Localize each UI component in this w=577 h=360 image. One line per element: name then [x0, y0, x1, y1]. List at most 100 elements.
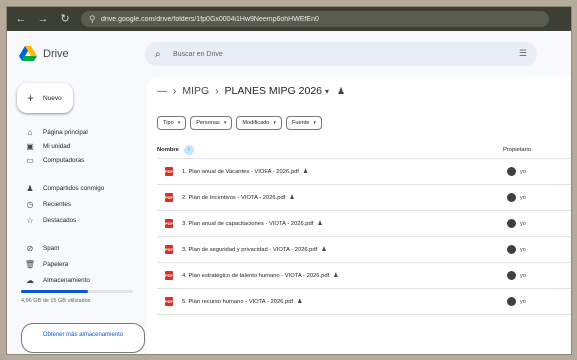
avatar	[507, 167, 516, 176]
sidebar-item-label: Recientes	[43, 200, 72, 208]
filter-label: Fuente	[291, 120, 310, 126]
owner-cell: yo	[507, 193, 526, 202]
plus-icon: +	[27, 91, 35, 105]
chevron-down-icon: ▾	[223, 120, 227, 126]
url-text: drive.google.com/drive/folders/1fp0Gx000…	[101, 15, 319, 23]
file-name: 4. Plan estratégico de talento humano - …	[182, 272, 330, 279]
browser-toolbar: ← → ↻ ⚲ drive.google.com/drive/folders/1…	[7, 7, 571, 31]
table-row[interactable]: PDF 4. Plan estratégico de talento human…	[157, 263, 571, 289]
sidebar-item-shared[interactable]: ♟ Compartidos conmigo	[15, 181, 139, 195]
owner-label: yo	[520, 220, 526, 227]
get-more-storage-button[interactable]: Obtener más almacenamiento	[21, 323, 145, 353]
file-name: 3. Plan de seguridad y privacidad - VIOT…	[182, 246, 318, 253]
pdf-file-icon: PDF	[165, 245, 173, 254]
filter-type[interactable]: Tipo ▾	[157, 116, 187, 130]
sidebar-item-label: Papelera	[43, 260, 69, 268]
column-header-name[interactable]: Nombre	[157, 147, 179, 153]
pdf-file-icon: PDF	[165, 167, 173, 176]
sidebar-item-label: Destacados	[43, 216, 77, 224]
owner-cell: yo	[507, 167, 526, 176]
filter-chips: Tipo ▾ Personas ▾ Modificado ▾ Fuente ▾	[157, 116, 326, 130]
star-icon: ☆	[26, 215, 34, 225]
filter-source[interactable]: Fuente ▾	[285, 116, 322, 130]
sidebar-item-spam[interactable]: ⊘ Spam	[15, 241, 139, 255]
owner-label: yo	[520, 194, 526, 201]
chevron-right-icon: ›	[215, 85, 219, 97]
search-box[interactable]: ⌕ Buscar en Drive ☰	[145, 42, 537, 66]
owner-cell: yo	[507, 297, 526, 306]
chevron-down-icon: ▾	[273, 120, 276, 126]
shared-file-icon: ♟	[321, 247, 327, 253]
storage-meter	[21, 290, 133, 293]
filter-label: Modificado	[242, 120, 270, 126]
avatar	[507, 297, 516, 306]
app-name[interactable]: Drive	[43, 48, 69, 60]
chevron-down-icon[interactable]: ▾	[325, 87, 329, 96]
search-input[interactable]: Buscar en Drive	[173, 51, 223, 58]
storage-meter-fill	[21, 290, 89, 293]
sidebar-item-label: Página principal	[43, 128, 88, 136]
chevron-down-icon: ▾	[177, 120, 181, 126]
sidebar-item-starred[interactable]: ☆ Destacados	[15, 213, 139, 227]
my-drive-icon: ▣	[26, 141, 34, 151]
sidebar-item-computers[interactable]: ▭ Computadoras	[15, 153, 139, 167]
address-bar[interactable]: ⚲ drive.google.com/drive/folders/1fp0Gx0…	[81, 11, 549, 27]
site-info-icon[interactable]: ⚲	[89, 14, 101, 25]
table-row[interactable]: PDF 2. Plan de Incentivos - VIOTA - 2026…	[157, 185, 571, 211]
owner-label: yo	[520, 246, 526, 253]
shared-file-icon: ♟	[289, 195, 295, 201]
browser-window: ← → ↻ ⚲ drive.google.com/drive/folders/1…	[6, 6, 572, 355]
search-icon[interactable]: ⌕	[155, 49, 169, 60]
home-icon: ⌂	[27, 127, 33, 137]
sort-arrow-icon[interactable]: ↑	[183, 144, 194, 155]
computer-icon: ▭	[26, 155, 34, 165]
forward-icon[interactable]: →	[35, 11, 51, 27]
pdf-file-icon: PDF	[165, 219, 173, 228]
filter-modified[interactable]: Modificado ▾	[236, 116, 282, 130]
table-row[interactable]: PDF 5. Plan recurso humano - VIOTA - 202…	[157, 289, 571, 315]
filter-label: Personas	[196, 120, 220, 126]
breadcrumb-current[interactable]: PLANES MIPG 2026	[225, 85, 322, 97]
table-row[interactable]: PDF 1. Plan anual de Vacantes - VIOFA - …	[157, 159, 571, 185]
shared-file-icon: ♟	[333, 273, 339, 279]
breadcrumb: — › MIPG › PLANES MIPG 2026 ▾ ♟	[157, 85, 345, 97]
chevron-right-icon: ›	[173, 85, 177, 97]
sidebar-item-recent[interactable]: ◷ Recientes	[15, 197, 139, 211]
sidebar: + Nuevo ⌂ Página principal ▣ Mi unidad ▭…	[7, 77, 147, 354]
drive-logo-icon[interactable]	[19, 46, 37, 62]
clock-icon: ◷	[26, 199, 34, 209]
table-row[interactable]: PDF 3. Plan anual de capacitaciones - VI…	[157, 211, 571, 237]
file-name: 5. Plan recurso humano - VIOTA - 2026.pd…	[182, 298, 294, 305]
filter-people[interactable]: Personas ▾	[190, 116, 233, 130]
main-content: — › MIPG › PLANES MIPG 2026 ▾ ♟ Tipo ▾ P…	[147, 77, 571, 354]
breadcrumb-parent[interactable]: MIPG	[182, 85, 209, 97]
search-options-icon[interactable]: ☰	[519, 48, 527, 59]
top-bar: Drive ⌕ Buscar en Drive ☰	[7, 31, 571, 77]
new-button[interactable]: + Nuevo	[17, 83, 73, 113]
chevron-down-icon: ▾	[313, 120, 316, 126]
column-header-owner[interactable]: Propietario	[503, 147, 531, 153]
back-icon[interactable]: ←	[13, 11, 29, 27]
dash-icon[interactable]: —	[157, 86, 167, 97]
sidebar-item-my-drive[interactable]: ▣ Mi unidad	[15, 139, 139, 153]
new-button-label: Nuevo	[43, 94, 62, 102]
cloud-icon: ☁	[26, 275, 34, 285]
storage-text: 4,96 GB de 15 GB utilizados	[21, 298, 91, 304]
sidebar-item-label: Computadoras	[43, 156, 85, 164]
shared-icon: ♟	[26, 183, 34, 193]
pdf-file-icon: PDF	[165, 193, 173, 202]
file-name: 3. Plan anual de capacitaciones - VIOTA …	[182, 220, 314, 227]
reload-icon[interactable]: ↻	[57, 11, 73, 27]
sidebar-item-trash[interactable]: 🗑 Papelera	[15, 257, 139, 271]
avatar	[507, 219, 516, 228]
owner-cell: yo	[507, 219, 526, 228]
file-name: 1. Plan anual de Vacantes - VIOFA - 2026…	[182, 168, 299, 175]
shared-folder-icon: ♟	[337, 85, 346, 96]
pdf-file-icon: PDF	[165, 271, 173, 280]
owner-cell: yo	[507, 271, 526, 280]
table-row[interactable]: PDF 3. Plan de seguridad y privacidad - …	[157, 237, 571, 263]
sidebar-item-home[interactable]: ⌂ Página principal	[15, 125, 139, 139]
avatar	[507, 245, 516, 254]
sidebar-item-storage[interactable]: ☁ Almacenamiento	[15, 273, 139, 287]
avatar	[507, 193, 516, 202]
